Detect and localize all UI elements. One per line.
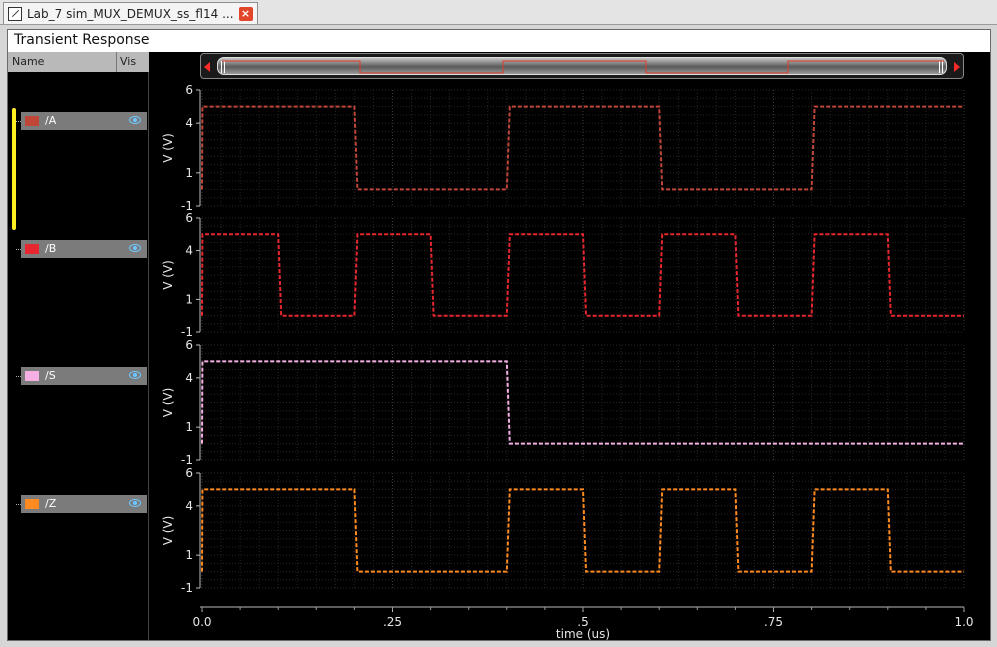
x-tick-label: .25	[383, 615, 402, 629]
y-tick-label: 6	[185, 83, 193, 97]
y-tick-label: 4	[185, 499, 193, 513]
waveform-window: Transient Response Name Vis /A /B /S /Z …	[7, 29, 991, 641]
tab-bar: Lab_7 sim_MUX_DEMUX_ss_fl14 ... ×	[0, 0, 997, 25]
y-tick-label: 1	[185, 548, 193, 562]
y-axis-label: V (V)	[161, 260, 175, 290]
waveform-plot-area[interactable]: 641-1V (V)641-1V (V)641-1V (V)641-1V (V)…	[8, 30, 990, 640]
tab-title: Lab_7 sim_MUX_DEMUX_ss_fl14 ...	[27, 6, 234, 21]
y-axis-label: V (V)	[161, 388, 175, 418]
y-tick-label: 6	[185, 466, 193, 480]
y-tick-label: 1	[185, 292, 193, 306]
x-axis-label: time (us)	[556, 627, 610, 640]
close-icon[interactable]: ×	[238, 6, 253, 21]
y-tick-label: -1	[181, 581, 193, 595]
y-tick-label: 6	[185, 338, 193, 352]
y-tick-label: 4	[185, 371, 193, 385]
y-axis-label: V (V)	[161, 133, 175, 163]
y-tick-label: 1	[185, 166, 193, 180]
y-tick-label: 4	[185, 116, 193, 130]
y-axis-label: V (V)	[161, 516, 175, 546]
tab-lab7-sim[interactable]: Lab_7 sim_MUX_DEMUX_ss_fl14 ... ×	[3, 2, 258, 24]
y-tick-label: -1	[181, 453, 193, 467]
x-tick-label: 0.0	[192, 615, 211, 629]
y-tick-label: -1	[181, 325, 193, 339]
y-tick-label: 4	[185, 244, 193, 258]
y-tick-label: 1	[185, 420, 193, 434]
x-tick-label: .75	[764, 615, 783, 629]
waveform-window-icon	[8, 6, 22, 21]
y-tick-label: 6	[185, 211, 193, 225]
x-tick-label: 1.0	[954, 615, 973, 629]
